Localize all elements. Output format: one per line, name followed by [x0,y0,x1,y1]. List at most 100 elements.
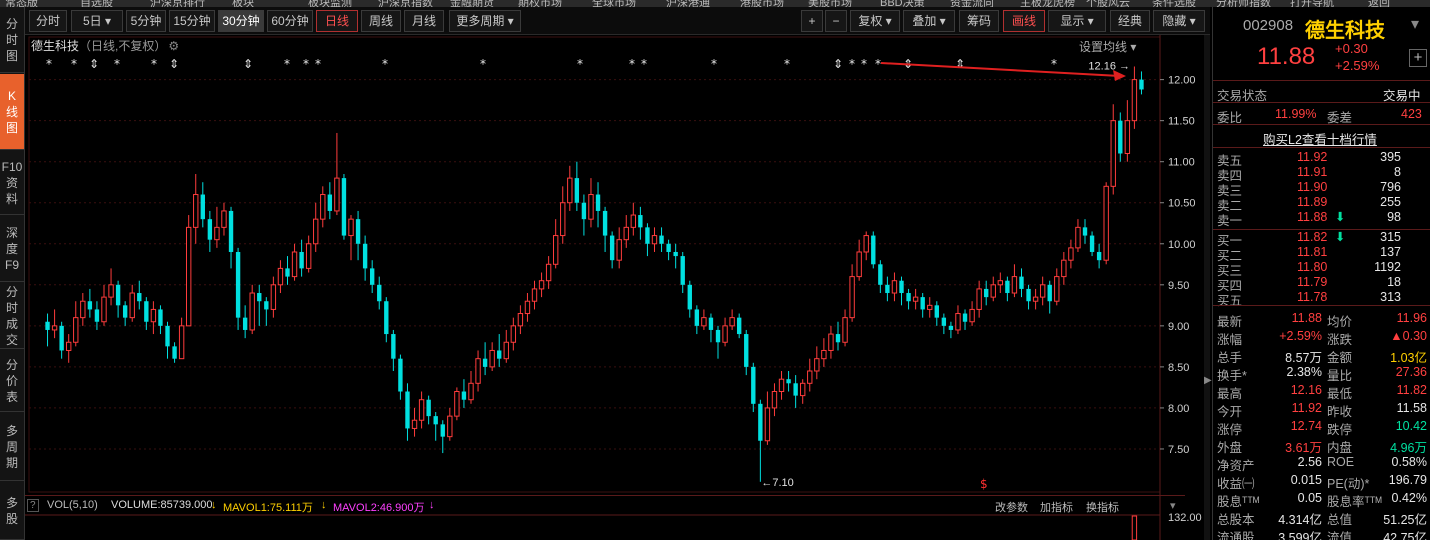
dropdown-icon[interactable]: ▾ [1411,14,1419,34]
kline-chart[interactable]: 12.00 11.50 11.00 10.50 10.00 9.50 9.00 8.50 8.0… [25,35,1210,540]
candle-body [122,305,128,318]
stat-value: 0.05 [1297,491,1322,505]
period-5min-button[interactable]: 5分钟 [126,10,166,32]
stat-value: 42.75亿 [1383,531,1427,540]
candle-body [1054,276,1060,302]
period-weekly-button[interactable]: 周线 [361,10,401,32]
zoom-out-button[interactable]: − [825,10,847,32]
y-tick-label: 7.50 [1168,444,1189,456]
sell-level-price: 11.91 [1297,165,1328,179]
top-menu-item[interactable]: 全球市场 [592,0,636,7]
top-menu-item[interactable]: 资金流向 [950,0,994,7]
candle-body [708,317,714,330]
switch-indicator-button[interactable]: 换指标 [1086,499,1119,515]
top-menu-item[interactable]: 分析师指数 [1216,0,1271,7]
stat-value: 0.58% [1391,455,1427,469]
candle-body [1026,288,1031,302]
candle-body [207,219,213,240]
candle-body [172,346,177,359]
period-15min-button[interactable]: 15分钟 [169,10,215,32]
classic-button[interactable]: 经典 [1110,10,1150,32]
top-menu-item[interactable]: 返回 [1368,0,1390,7]
top-menu-item[interactable]: 板块监测 [308,0,352,7]
buy-l2-link[interactable]: 购买L2查看十档行情 [1263,129,1377,148]
period-60min-button[interactable]: 60分钟 [267,10,313,32]
top-menu-item[interactable]: 期权市场 [518,0,562,7]
top-menu-item[interactable]: 板块 [232,0,254,7]
top-menu-item[interactable]: 美股市场 [808,0,852,7]
chart-settings-icon[interactable]: ⚙ [168,39,179,53]
adjust-dropdown[interactable]: 复权 ▾ [850,10,900,32]
kline-chart-area[interactable]: 12.00 11.50 11.00 10.50 10.00 9.50 9.00 8.50 8.0… [25,35,1210,540]
candle-body [941,317,947,326]
overlay-dropdown[interactable]: 叠加 ▾ [903,10,955,32]
top-menu-item[interactable]: 沪深京指数 [378,0,433,7]
period-5day-dropdown[interactable]: 5日 ▾ [71,10,123,32]
change-param-button[interactable]: 改参数 [995,499,1028,515]
top-menu-item[interactable]: 沪深港通 [666,0,710,7]
down-arrow-icon: ⬇ [1335,210,1346,224]
buy-level-volume: 137 [1380,245,1401,259]
stat-value: +2.59% [1279,329,1322,343]
top-menu-item[interactable]: 主板龙虎榜 [1020,0,1075,7]
top-menu-item[interactable]: 打开导航 [1290,0,1334,7]
help-icon[interactable]: ? [27,499,39,512]
sell-level-price: 11.88 [1297,210,1328,224]
top-menu-item[interactable]: 个股风云 [1086,0,1130,7]
left-nav-kline[interactable]: K线图 [0,74,24,150]
wb-value: 11.99% [1275,107,1317,121]
more-periods-dropdown[interactable]: 更多周期 ▾ [449,10,521,32]
top-menu-item[interactable]: 条件选股 [1152,0,1196,7]
buy-level-row: 买三 11.80 1192 [1213,260,1430,278]
stat-row: 净资产 2.56 ROE 0.58% [1213,453,1430,473]
candle-body [701,317,707,327]
period-30min-button[interactable]: 30分钟 [218,10,264,32]
draw-line-button[interactable]: 画线 [1003,10,1045,32]
left-nav-depth[interactable]: 深度F9 [0,216,24,282]
left-nav-f10[interactable]: F10资料 [0,151,24,215]
period-fenshi-button[interactable]: 分时 [29,10,67,32]
add-watchlist-icon[interactable]: + [1409,49,1427,67]
candle-body [1011,276,1018,294]
buy-level-label: 买五 [1217,294,1243,308]
candle-body [955,313,961,331]
candle-body [433,416,438,425]
event-marker: * [284,57,290,71]
indicator-dropdown-icon[interactable]: ▾ [1170,499,1176,512]
top-menu-item[interactable]: 港股市场 [740,0,784,7]
candle-body [510,325,517,343]
quote-price-row: 11.88 +0.30 +2.59% + [1213,41,1430,77]
zoom-in-button[interactable]: + [801,10,823,32]
candle-body [764,407,771,442]
stat-value: 11.88 [1291,311,1322,325]
ma-settings-button[interactable]: 设置均线 ▾ [1079,38,1136,55]
event-marker: * [1051,57,1057,71]
candle-body [934,305,939,318]
candle-body [906,293,911,302]
collapse-arrow-icon[interactable]: ▶ [1204,375,1212,386]
period-monthly-button[interactable]: 月线 [404,10,444,32]
chips-button[interactable]: 筹码 [959,10,999,32]
left-nav-fenshi[interactable]: 分时图 [0,7,24,73]
display-dropdown[interactable]: 显示 ▾ [1048,10,1106,32]
order-ratio-row: 委比 11.99% 委差 423 [1213,105,1430,125]
left-nav-multi[interactable]: 多周期 [0,413,24,481]
top-menu-item[interactable]: 金融期货 [450,0,494,7]
left-nav-price[interactable]: 分价表 [0,350,24,412]
divider [1213,80,1430,81]
candle-body [722,325,728,343]
panel-splitter[interactable]: ▶ [1204,35,1212,540]
hide-dropdown[interactable]: 隐藏 ▾ [1153,10,1205,32]
top-menu-item[interactable]: 自选股 [80,0,113,7]
buy-level-volume: 18 [1387,275,1401,289]
left-nav-tick[interactable]: 分时成交 [0,283,24,349]
chart-period-label: （日线,不复权） [79,39,167,53]
add-indicator-button[interactable]: 加指标 [1040,499,1073,515]
left-nav-multistock[interactable]: 多股 [0,482,24,540]
top-menu-item[interactable]: 常态版 [5,0,38,7]
period-daily-button[interactable]: 日线 [316,10,358,32]
candle-body [482,358,488,367]
top-menu-item[interactable]: 沪深京排行 [150,0,205,7]
candle-body [595,194,601,211]
top-menu-item[interactable]: BBD决策 [880,0,925,7]
